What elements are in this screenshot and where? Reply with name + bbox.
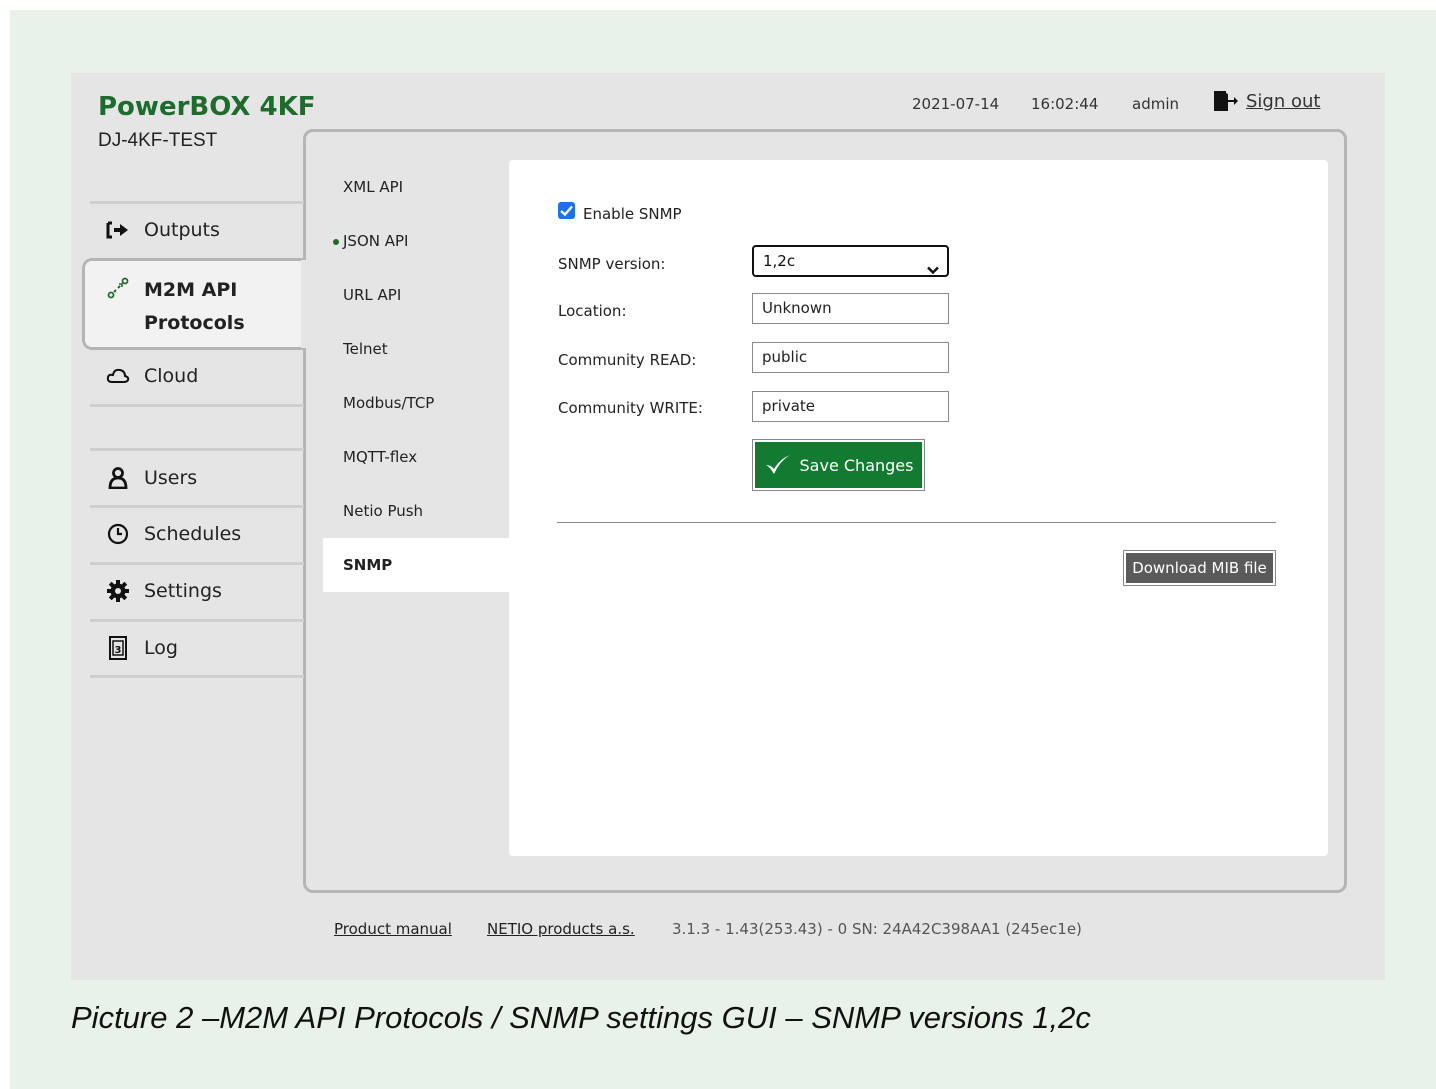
community-write-label: Community WRITE:	[558, 399, 703, 417]
sidebar-item-label: Users	[144, 467, 198, 489]
sidebar-item-label: Log	[144, 637, 178, 659]
user-icon	[106, 466, 130, 490]
sidebar-item-schedules[interactable]: Schedules	[82, 522, 304, 546]
sidebar-item-users[interactable]: Users	[82, 466, 304, 490]
sidebar-item-label: Cloud	[144, 365, 199, 387]
arrow-right-bracket-icon	[106, 218, 130, 242]
location-input[interactable]: Unknown	[752, 293, 949, 324]
nav-divider	[90, 562, 304, 565]
device-name: DJ-4KF-TEST	[98, 130, 218, 151]
subnav-item-url-api[interactable]: URL API	[343, 286, 401, 304]
date-display: 2021-07-14	[912, 95, 1000, 113]
subnav-item-telnet[interactable]: Telnet	[343, 340, 388, 358]
community-read-label: Community READ:	[558, 351, 697, 369]
subnav-item-mqtt-flex[interactable]: MQTT-flex	[343, 448, 417, 466]
community-read-input[interactable]: public	[752, 342, 949, 373]
community-write-input[interactable]: private	[752, 391, 949, 422]
nav-divider	[90, 505, 304, 508]
sidebar-item-m2m-api[interactable]: M2M API Protocols	[82, 274, 304, 340]
sidebar-item-label: M2M API Protocols	[144, 274, 245, 340]
chevron-down-icon	[927, 256, 939, 284]
save-button-face: Save Changes	[755, 442, 922, 488]
snmp-version-value: 1,2c	[763, 252, 796, 270]
sidebar-item-outputs[interactable]: Outputs	[82, 218, 304, 242]
sidebar-item-label: Schedules	[144, 523, 242, 545]
sidebar-item-cloud[interactable]: Cloud	[82, 364, 304, 388]
sign-out-icon	[1212, 89, 1238, 113]
snmp-version-select[interactable]: 1,2c	[752, 245, 949, 277]
user-display: admin	[1132, 95, 1179, 113]
location-label: Location:	[558, 302, 627, 320]
checkmark-icon	[560, 205, 573, 216]
time-display: 16:02:44	[1031, 95, 1099, 113]
log-icon: 3	[106, 636, 130, 660]
sign-out-link[interactable]: Sign out	[1212, 89, 1320, 113]
gear-icon	[106, 579, 130, 603]
subnav-item-snmp[interactable]: SNMP	[343, 556, 392, 574]
nav-divider	[90, 201, 304, 204]
sidebar-item-log[interactable]: 3 Log	[82, 636, 304, 660]
nav-divider	[90, 448, 304, 451]
sidebar-item-label-line1: M2M API	[144, 279, 238, 301]
version-info: 3.1.3 - 1.43(253.43) - 0 SN: 24A42C398AA…	[672, 920, 1082, 938]
section-divider	[557, 522, 1276, 523]
download-mib-label: Download MIB file	[1126, 553, 1273, 583]
network-nodes-icon	[106, 276, 130, 300]
subnav-item-xml-api[interactable]: XML API	[343, 178, 403, 196]
cloud-icon	[106, 364, 130, 388]
download-mib-button[interactable]: Download MIB file	[1123, 550, 1276, 586]
sidebar-item-settings[interactable]: Settings	[82, 579, 304, 603]
clock-icon	[106, 522, 130, 546]
enabled-dot-icon	[333, 239, 339, 245]
svg-text:3: 3	[115, 645, 122, 656]
enable-snmp-checkbox[interactable]	[558, 202, 575, 219]
sidebar-item-label: Settings	[144, 580, 222, 602]
nav-divider	[90, 619, 304, 622]
subnav-item-json-api[interactable]: JSON API	[343, 232, 408, 250]
sign-out-label: Sign out	[1246, 90, 1321, 112]
product-manual-link[interactable]: Product manual	[334, 920, 452, 938]
nav-divider	[90, 675, 304, 678]
nav-divider	[90, 404, 304, 407]
checkmark-icon	[765, 455, 790, 474]
subnav-item-netio-push[interactable]: Netio Push	[343, 502, 423, 520]
save-changes-button[interactable]: Save Changes	[752, 439, 925, 491]
brand-title: PowerBOX 4KF	[98, 92, 316, 122]
figure-caption: Picture 2 –M2M API Protocols / SNMP sett…	[71, 1000, 1091, 1035]
subnav-item-modbus-tcp[interactable]: Modbus/TCP	[343, 394, 434, 412]
sidebar-item-label-line2: Protocols	[144, 312, 245, 334]
enable-snmp-label: Enable SNMP	[583, 205, 682, 223]
company-link[interactable]: NETIO products a.s.	[487, 920, 635, 938]
save-button-label: Save Changes	[799, 455, 914, 475]
sidebar-item-label: Outputs	[144, 219, 220, 241]
snmp-version-label: SNMP version:	[558, 255, 666, 273]
